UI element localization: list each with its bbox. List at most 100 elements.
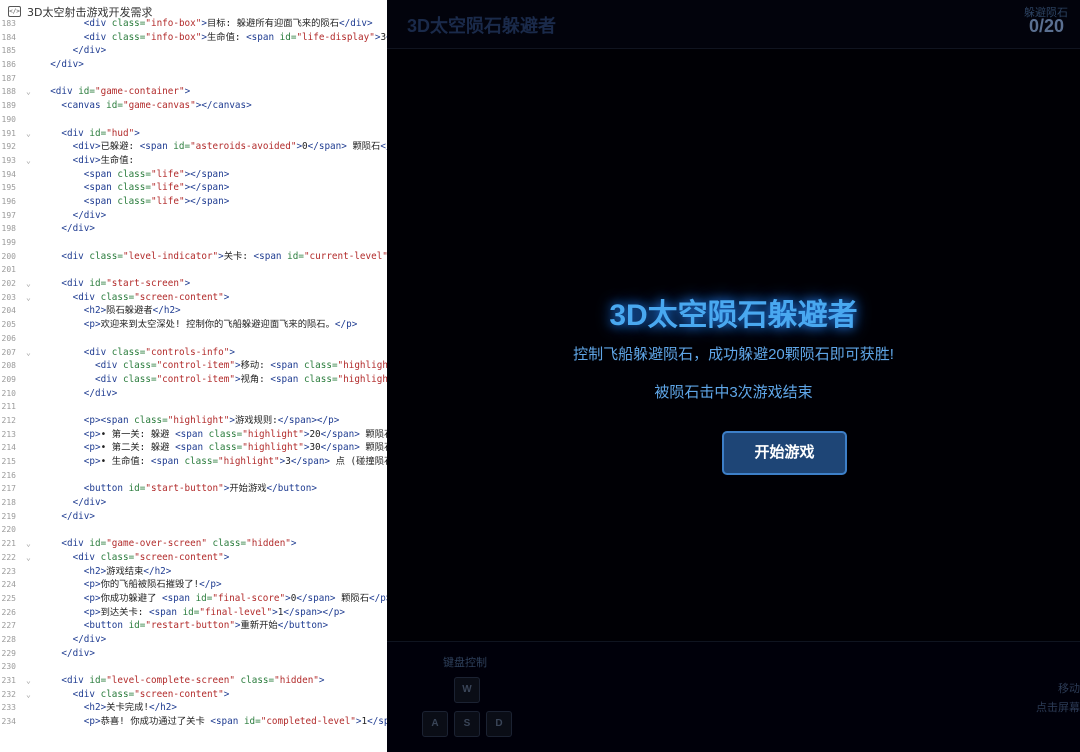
code-token: <p><span bbox=[83, 414, 135, 426]
code-token: <div bbox=[72, 688, 101, 700]
code-line[interactable]: 234 <p>恭喜! 你成功通过了关卡 <span id="completed-… bbox=[0, 715, 387, 729]
code-token: <span bbox=[83, 168, 118, 180]
code-line[interactable]: 232 ⌄ <div class="screen-content"> bbox=[0, 688, 387, 702]
start-screen-title: 3D太空陨石躲避者 bbox=[609, 299, 858, 332]
code-token: 目标: 躲避所有迎面飞来的陨石 bbox=[206, 18, 340, 29]
code-line[interactable]: 212 <p><span class="highlight">游戏规则:</sp… bbox=[0, 414, 387, 428]
keyboard-controls-label: 键盘控制 bbox=[443, 657, 487, 669]
code-token: 生命值: bbox=[206, 31, 247, 43]
code-line[interactable]: 184 <div class="info-box">生命值: <span id=… bbox=[0, 31, 387, 45]
code-line[interactable]: 218 </div> bbox=[0, 496, 387, 510]
code-text: <div>已躲避: <span id="asteroids-avoided">0… bbox=[39, 140, 387, 154]
code-line[interactable]: 210 </div> bbox=[0, 387, 387, 401]
code-line[interactable]: 205 <p>欢迎来到太空深处! 控制你的飞船躲避迎面飞来的陨石。</p> bbox=[0, 318, 387, 332]
code-line[interactable]: 192 <div>已躲避: <span id="asteroids-avoide… bbox=[0, 140, 387, 154]
code-line[interactable]: 221 ⌄ <div id="game-over-screen" class="h… bbox=[0, 537, 387, 551]
line-number: 192 bbox=[1, 142, 16, 152]
fold-chevron-icon[interactable]: ⌄ bbox=[26, 85, 31, 99]
code-line[interactable]: 183 <div class="info-box">目标: 躲避所有迎面飞来的陨… bbox=[0, 17, 387, 31]
code-token: "restart-button" bbox=[145, 620, 235, 632]
code-text: <div id="game-container"> bbox=[39, 85, 190, 99]
code-token: > bbox=[184, 278, 191, 290]
fold-chevron-icon[interactable]: ⌄ bbox=[26, 674, 31, 688]
code-line[interactable]: 228 </div> bbox=[0, 633, 387, 647]
code-line[interactable]: 230 bbox=[0, 660, 387, 674]
code-line[interactable]: 220 bbox=[0, 523, 387, 537]
code-token: <h2> bbox=[83, 702, 107, 714]
line-number: 226 bbox=[1, 607, 16, 617]
code-line[interactable]: 226 <p>到达关卡: <span id="final-level">1</s… bbox=[0, 606, 387, 620]
code-token: > bbox=[223, 291, 230, 303]
code-line[interactable]: 225 <p>你成功躲避了 <span id="final-score">0</… bbox=[0, 592, 387, 606]
code-line[interactable]: 233 <h2>关卡完成!</h2> bbox=[0, 701, 387, 715]
code-token: <span bbox=[148, 606, 183, 618]
code-line[interactable]: 193 ⌄ <div>生命值: bbox=[0, 154, 387, 168]
code-line[interactable]: 217 <button id="start-button">开始游戏</butt… bbox=[0, 482, 387, 496]
code-line[interactable]: 224 <p>你的飞船被陨石摧毁了!</p> bbox=[0, 578, 387, 592]
control-move-label: 移动 bbox=[1058, 683, 1080, 695]
code-line[interactable]: 223 <h2>游戏结束</h2> bbox=[0, 565, 387, 579]
code-line[interactable]: 211 bbox=[0, 400, 387, 414]
code-text: <p>恭喜! 你成功通过了关卡 <span id="completed-leve… bbox=[39, 715, 387, 729]
fold-chevron-icon[interactable]: ⌄ bbox=[26, 688, 31, 702]
code-line[interactable]: 196 <span class="life"></span> bbox=[0, 195, 387, 209]
fold-chevron-icon[interactable]: ⌄ bbox=[26, 127, 31, 141]
code-line[interactable]: 188 ⌄ <div id="game-container"> bbox=[0, 85, 387, 99]
code-line[interactable]: 216 bbox=[0, 469, 387, 483]
code-line[interactable]: 185 </div> bbox=[0, 44, 387, 58]
code-line[interactable]: 202 ⌄ <div id="start-screen"> bbox=[0, 277, 387, 291]
code-token: "highlight" bbox=[242, 442, 304, 454]
code-token: 30 bbox=[309, 442, 321, 454]
code-line[interactable]: 219 </div> bbox=[0, 510, 387, 524]
code-line[interactable]: 200 <div class="level-indicator">关卡: <sp… bbox=[0, 250, 387, 264]
code-token: class= bbox=[134, 414, 168, 426]
code-line[interactable]: 227 <button id="restart-button">重新开始</bu… bbox=[0, 619, 387, 633]
fold-chevron-icon[interactable]: ⌄ bbox=[26, 291, 31, 305]
code-line[interactable]: 209 <div class="control-item">视角: <span … bbox=[0, 373, 387, 387]
code-line[interactable]: 208 <div class="control-item">移动: <span … bbox=[0, 359, 387, 373]
fold-chevron-icon[interactable]: ⌄ bbox=[26, 154, 31, 168]
code-token: "highlight" bbox=[167, 414, 230, 426]
code-line[interactable]: 204 <h2>陨石躲避者</h2> bbox=[0, 304, 387, 318]
code-line[interactable]: 195 <span class="life"></span> bbox=[0, 181, 387, 195]
fold-chevron-icon[interactable]: ⌄ bbox=[26, 537, 31, 551]
code-line[interactable]: 198 </div> bbox=[0, 222, 387, 236]
code-line[interactable]: 206 bbox=[0, 332, 387, 346]
line-number: 212 bbox=[1, 415, 16, 425]
start-game-button[interactable]: 开始游戏 bbox=[722, 431, 847, 475]
code-line[interactable]: 203 ⌄ <div class="screen-content"> bbox=[0, 291, 387, 305]
code-line[interactable]: 190 bbox=[0, 113, 387, 127]
code-line[interactable]: 215 <p>• 生命值: <span class="highlight">3<… bbox=[0, 455, 387, 469]
code-line[interactable]: 186 </div> bbox=[0, 58, 387, 72]
code-text: <div class="info-box">生命值: <span id="lif… bbox=[39, 31, 387, 45]
fold-chevron-icon[interactable]: ⌄ bbox=[26, 277, 31, 291]
fold-chevron-icon[interactable]: ⌄ bbox=[26, 551, 31, 565]
code-line[interactable]: 214 <p>• 第二关: 躲避 <span class="highlight"… bbox=[0, 441, 387, 455]
line-number: 210 bbox=[1, 388, 16, 398]
line-number: 199 bbox=[1, 238, 16, 247]
code-text: <p>你的飞船被陨石摧毁了!</p> bbox=[39, 578, 222, 592]
code-line[interactable]: 194 <span class="life"></span> bbox=[0, 168, 387, 182]
code-line[interactable]: 197 </div> bbox=[0, 209, 387, 223]
code-line[interactable]: 222 ⌄ <div class="screen-content"> bbox=[0, 551, 387, 565]
code-token: ></span> bbox=[184, 168, 230, 180]
code-line[interactable]: 201 bbox=[0, 263, 387, 277]
code-line[interactable]: 187 bbox=[0, 72, 387, 86]
code-token: > bbox=[318, 675, 325, 686]
code-line[interactable]: 213 <p>• 第一关: 躲避 <span class="highlight"… bbox=[0, 428, 387, 442]
code-line[interactable]: 229 </div> bbox=[0, 647, 387, 661]
code-text: </div> bbox=[39, 387, 118, 401]
code-token: class= bbox=[184, 456, 219, 467]
fold-chevron-icon[interactable]: ⌄ bbox=[26, 346, 31, 360]
code-token: <span bbox=[83, 195, 118, 207]
code-line[interactable]: 191 ⌄ <div id="hud"> bbox=[0, 127, 387, 141]
code-line[interactable]: 189 <canvas id="game-canvas"></canvas> bbox=[0, 99, 387, 113]
code-line[interactable]: 231 ⌄ <div id="level-complete-screen" cla… bbox=[0, 674, 387, 688]
code-token: </div> bbox=[72, 45, 107, 57]
code-line[interactable]: 199 bbox=[0, 236, 387, 250]
code-token: id= bbox=[195, 592, 213, 604]
code-token: <h2> bbox=[83, 565, 107, 577]
code-lines[interactable]: 183 <div class="info-box">目标: 躲避所有迎面飞来的陨… bbox=[0, 17, 387, 729]
code-token: "life" bbox=[150, 182, 185, 194]
code-line[interactable]: 207 ⌄ <div class="controls-info"> bbox=[0, 346, 387, 360]
